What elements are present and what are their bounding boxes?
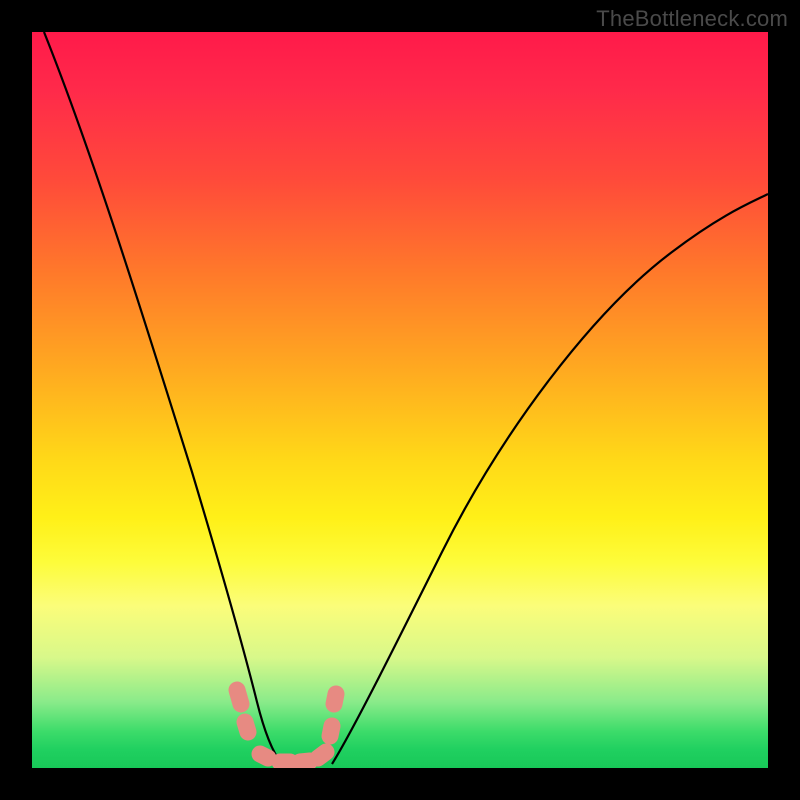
chart-frame: TheBottleneck.com: [0, 0, 800, 800]
marker-dots: [237, 690, 336, 762]
left-curve: [44, 32, 282, 764]
curve-layer: [32, 32, 768, 768]
plot-area: [32, 32, 768, 768]
watermark-text: TheBottleneck.com: [596, 6, 788, 32]
right-curve: [332, 194, 768, 764]
